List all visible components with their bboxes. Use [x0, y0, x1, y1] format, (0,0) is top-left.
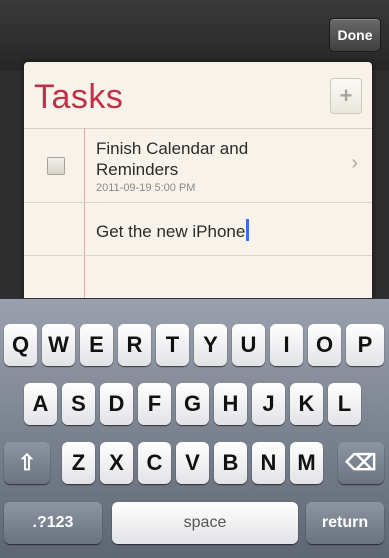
key-d[interactable]: D: [100, 383, 133, 425]
key-j[interactable]: J: [252, 383, 285, 425]
task-checkbox[interactable]: [47, 157, 65, 175]
key-x[interactable]: X: [100, 442, 133, 484]
key-n[interactable]: N: [252, 442, 285, 484]
key-s[interactable]: S: [62, 383, 95, 425]
keyboard: Q W E R T Y U I O P A S D F G H J K L ⇧ …: [0, 298, 389, 558]
key-b[interactable]: B: [214, 442, 247, 484]
key-p[interactable]: P: [346, 324, 384, 366]
key-u[interactable]: U: [232, 324, 265, 366]
task-title-input[interactable]: Get the new iPhone: [96, 219, 250, 242]
key-f[interactable]: F: [138, 383, 171, 425]
reminders-list: Tasks + Finish Calendar and Reminders 20…: [24, 62, 372, 322]
add-task-button[interactable]: +: [330, 78, 362, 114]
task-due-date: 2011-09-19 5:00 PM: [96, 182, 196, 194]
task-title-line2: Reminders: [96, 160, 179, 179]
key-a[interactable]: A: [24, 383, 57, 425]
delete-key[interactable]: ⌫: [338, 442, 384, 484]
task-row[interactable]: Finish Calendar and Reminders 2011-09-19…: [24, 129, 372, 203]
key-t[interactable]: T: [156, 324, 189, 366]
key-z[interactable]: Z: [62, 442, 95, 484]
key-r[interactable]: R: [118, 324, 151, 366]
key-c[interactable]: C: [138, 442, 171, 484]
key-m[interactable]: M: [290, 442, 323, 484]
text-cursor: [246, 219, 250, 241]
key-g[interactable]: G: [176, 383, 209, 425]
navigation-bar: Done: [0, 0, 389, 70]
list-title: Tasks: [34, 78, 124, 116]
shift-icon: ⇧: [17, 450, 37, 475]
key-w[interactable]: W: [42, 324, 75, 366]
key-h[interactable]: H: [214, 383, 247, 425]
shift-key[interactable]: ⇧: [4, 442, 50, 484]
numbers-key[interactable]: .?123: [4, 502, 102, 544]
done-button[interactable]: Done: [329, 18, 381, 52]
key-q[interactable]: Q: [4, 324, 37, 366]
task-row-editing[interactable]: Get the new iPhone: [24, 203, 372, 256]
key-y[interactable]: Y: [194, 324, 227, 366]
return-key[interactable]: return: [306, 502, 384, 544]
space-key[interactable]: space: [112, 502, 298, 544]
key-v[interactable]: V: [176, 442, 209, 484]
key-i[interactable]: I: [270, 324, 303, 366]
task-title-text: Get the new iPhone: [96, 222, 246, 241]
key-l[interactable]: L: [328, 383, 361, 425]
key-o[interactable]: O: [308, 324, 341, 366]
plus-icon: +: [339, 83, 353, 108]
task-title-line1: Finish Calendar and: [96, 139, 249, 158]
delete-icon: ⌫: [345, 450, 377, 475]
chevron-right-icon[interactable]: ›: [351, 152, 358, 175]
key-e[interactable]: E: [80, 324, 113, 366]
key-k[interactable]: K: [290, 383, 323, 425]
